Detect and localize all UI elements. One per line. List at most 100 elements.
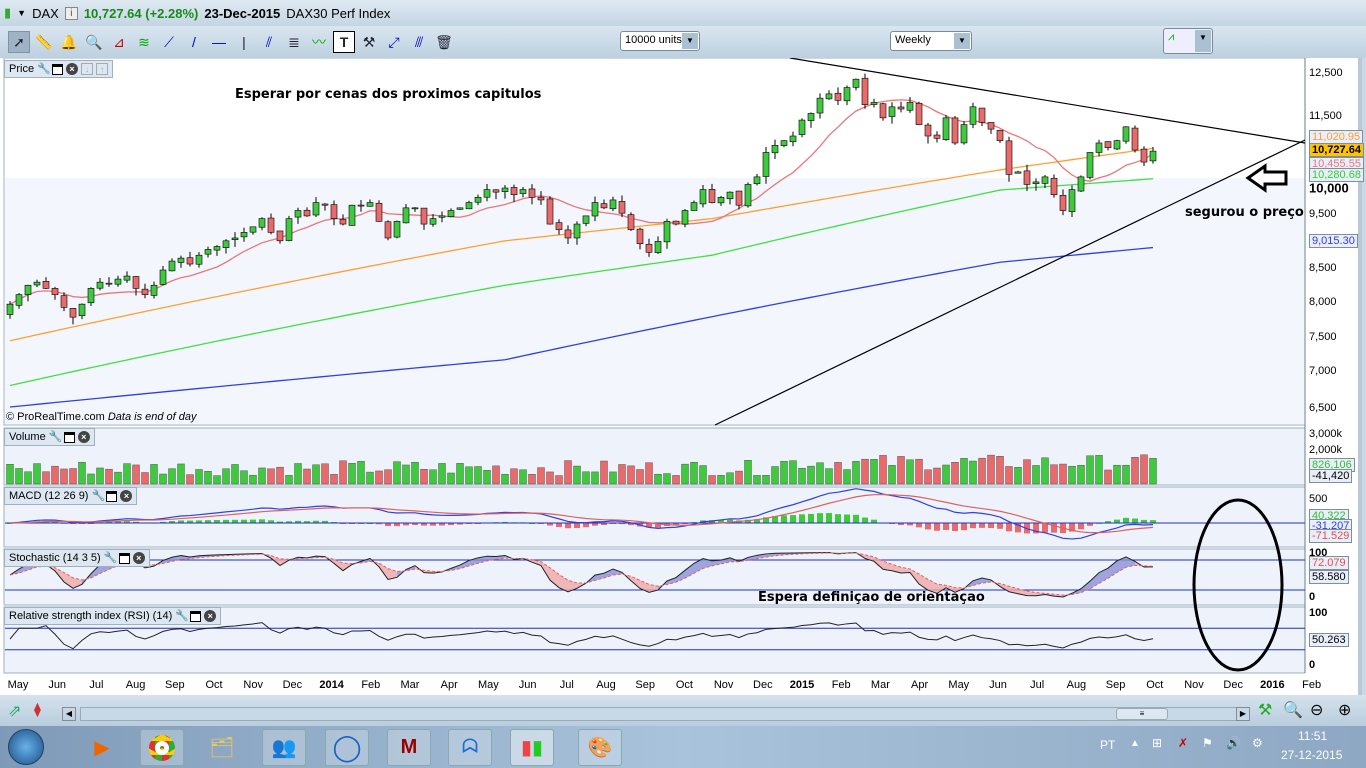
scroll-right-button[interactable]: ▶ (1236, 707, 1250, 721)
info-icon[interactable]: i (64, 6, 78, 20)
window-icon[interactable] (118, 552, 130, 564)
wrench-icon[interactable]: 🔧 (175, 610, 189, 622)
zoom-out-icon[interactable]: ⊖ (1310, 700, 1323, 720)
quote-date: 23-Dec-2015 (204, 5, 281, 21)
show-hidden-icons[interactable]: ▲ (1130, 738, 1140, 749)
wrench-icon[interactable]: 🔧 (37, 63, 51, 75)
month-tick: Mar (870, 679, 890, 691)
taskbar-prorealtime[interactable]: ▮ ▮ (510, 729, 554, 766)
segment-icon[interactable]: ⟋ (158, 31, 180, 53)
auto-zoom-icon[interactable]: 🔍 (1283, 700, 1303, 720)
chart-options-icon[interactable]: ⇗ (8, 701, 21, 721)
parallel-lines-icon[interactable]: ⫽ (258, 31, 280, 53)
parallel-arrow-icon[interactable]: ⫻ (408, 31, 430, 53)
move-down-icon[interactable]: ↓ (81, 63, 94, 75)
taskbar-paint[interactable]: 🎨 (578, 729, 622, 766)
volume-bar (1113, 464, 1121, 485)
windows-update-icon[interactable]: ⊞ (1152, 736, 1162, 750)
candle-body (501, 187, 509, 192)
network-icon[interactable]: ⚙ (1252, 736, 1263, 750)
panel-title: Price (9, 63, 35, 75)
taskbar-explorer[interactable]: 🗂 (200, 729, 244, 766)
trend-tool-icon[interactable]: 〰 (308, 31, 330, 53)
trash-icon[interactable]: 🗑 (433, 31, 455, 53)
candle-body (267, 217, 275, 233)
close-icon[interactable]: × (66, 63, 79, 75)
candle-body (1023, 170, 1031, 185)
volume-bar (753, 475, 761, 485)
period-select[interactable]: Weekly ▼ (890, 31, 972, 51)
action-center-flag-icon[interactable]: ⚑ (1202, 736, 1213, 750)
alert-bell-icon[interactable]: 🔔 (58, 31, 80, 53)
units-select[interactable]: 10000 units ▼ (620, 31, 700, 51)
window-icon[interactable] (52, 63, 64, 75)
window-icon[interactable] (190, 610, 202, 622)
month-tick: Sep (635, 679, 655, 691)
volume-bar (483, 470, 491, 485)
triangle-icon[interactable]: ⊿ (108, 31, 130, 53)
macd-histogram-bar (1132, 518, 1138, 523)
fibonacci-icon[interactable]: ≣ (283, 31, 305, 53)
macd-histogram-bar (808, 513, 814, 523)
language-indicator[interactable]: PT (1100, 738, 1115, 752)
window-icon[interactable] (106, 490, 118, 502)
candle-body (348, 204, 356, 226)
scroll-track[interactable]: ≡ (80, 707, 1250, 721)
volume-icon[interactable]: 🔊 (1226, 736, 1241, 750)
taskbar-app-ring[interactable]: ◯ (325, 729, 369, 766)
line-icon[interactable]: / (183, 31, 205, 53)
candlestick-icon[interactable]: ▮ (4, 5, 11, 21)
scroll-thumb[interactable]: ≡ (1116, 708, 1168, 720)
close-icon[interactable]: × (77, 431, 90, 443)
chart-canvas[interactable] (0, 57, 1362, 695)
taskbar-messenger[interactable]: 👥 (262, 729, 306, 766)
clock-time[interactable]: 11:51 (1298, 729, 1327, 743)
clock-date[interactable]: 27-12-2015 (1281, 748, 1342, 762)
volume-bar (186, 474, 194, 485)
month-tick: Oct (1146, 679, 1164, 691)
dropdown-arrow-icon[interactable]: ▼ (17, 8, 26, 18)
volume-tag-2: -41,420 (1309, 469, 1353, 483)
zoom-magnifier-icon[interactable]: 🔍 (83, 31, 105, 53)
vertical-line-icon[interactable]: | (233, 31, 255, 53)
add-indicator-button[interactable]: ⩘ ▼ (1163, 28, 1213, 54)
wrench-icon[interactable]: 🔧 (104, 552, 118, 564)
taskbar-chrome[interactable] (140, 729, 184, 766)
volume-bar (969, 460, 977, 485)
select-arrow-icon[interactable]: ➚ (8, 31, 30, 53)
text-icon[interactable]: T (333, 31, 355, 53)
chart-area[interactable] (0, 57, 1362, 695)
macd-histogram-bar (556, 523, 562, 527)
wrench-icon[interactable]: 🔧 (91, 490, 105, 502)
volume-bar (204, 471, 212, 485)
candle-green-icon: ▮ (532, 737, 544, 759)
taskbar-mcafee[interactable]: M (387, 729, 431, 766)
candle-body (690, 202, 698, 211)
move-up-icon[interactable]: ↑ (96, 63, 109, 75)
volume-bar (1086, 455, 1094, 485)
arrow-line-icon[interactable]: ⤢ (383, 31, 405, 53)
taskbar: ▶ 🗂 👥 ◯ M ᗣ ▮ ▮ 🎨 PT ▲ ⊞ ✗ ⚑ 🔊 ⚙ 11:51 27… (0, 726, 1366, 768)
volume-bar (1059, 463, 1067, 485)
properties-icon[interactable]: ⚒ (358, 31, 380, 53)
zoom-in-icon[interactable]: ⊕ (1338, 700, 1351, 720)
horizontal-line-icon[interactable]: — (208, 31, 230, 53)
power-icon[interactable]: ✗ (1178, 736, 1188, 750)
candle-body (609, 199, 617, 210)
candle-body (843, 87, 851, 102)
taskbar-ghost-app[interactable]: ᗣ (448, 729, 492, 766)
taskbar-media-player[interactable]: ▶ (80, 729, 124, 766)
close-icon[interactable]: × (132, 552, 145, 564)
close-icon[interactable]: × (120, 490, 133, 502)
scroll-left-button[interactable]: ◀ (62, 707, 76, 721)
close-icon[interactable]: × (204, 610, 217, 622)
chart-type-icon[interactable]: ⧫ (34, 701, 41, 718)
settings-wrench-icon[interactable]: ⚒ (1258, 700, 1272, 720)
start-button[interactable] (8, 729, 44, 765)
volume-bar (636, 469, 644, 485)
ruler-icon[interactable]: 📏 (33, 31, 55, 53)
macd-histogram-bar (259, 519, 265, 523)
channel-icon[interactable]: ≋ (133, 31, 155, 53)
window-icon[interactable] (63, 431, 75, 443)
wrench-icon[interactable]: 🔧 (49, 431, 63, 443)
